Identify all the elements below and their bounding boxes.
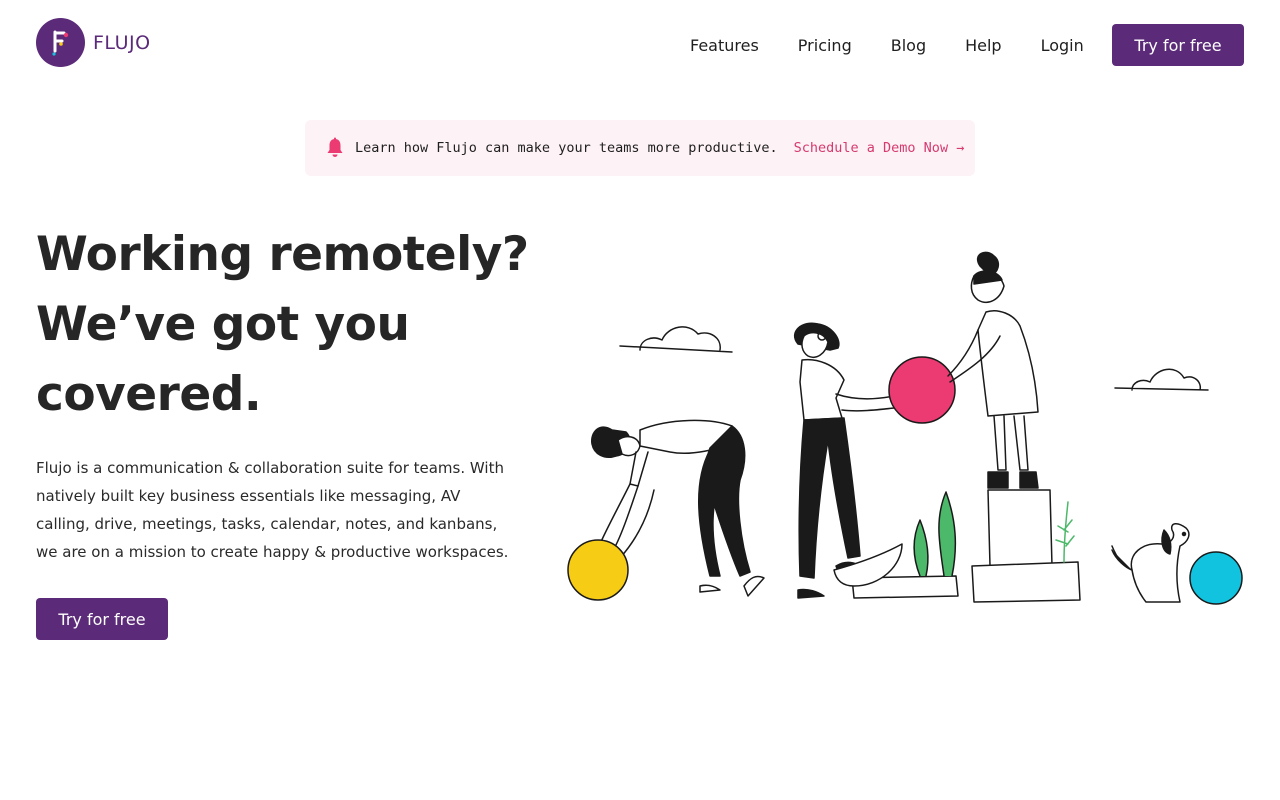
plant-right (1055, 501, 1075, 563)
schedule-demo-link[interactable]: Schedule a Demo Now → (794, 140, 965, 156)
nav-pricing[interactable]: Pricing (798, 36, 852, 55)
nav-features[interactable]: Features (690, 36, 759, 55)
nav-help[interactable]: Help (965, 36, 1001, 55)
main-nav: Features Pricing Blog Help Login (690, 24, 1084, 66)
demo-banner: Learn how Flujo can make your teams more… (305, 120, 975, 176)
plant-tall (938, 491, 957, 577)
site-header: FLUJO Features Pricing Blog Help Login T… (0, 0, 1280, 88)
box-bottom (971, 561, 1081, 603)
cyan-ball (1189, 551, 1243, 605)
try-for-free-hero-button[interactable]: Try for free (36, 598, 168, 640)
brand-name: FLUJO (93, 31, 151, 54)
flujo-logo-icon (36, 18, 85, 67)
box-top (987, 489, 1053, 567)
nav-blog[interactable]: Blog (891, 36, 926, 55)
plant-mid (913, 519, 929, 577)
brand-logo[interactable]: FLUJO (36, 18, 151, 67)
hero-title-line-2: We’ve got you (36, 297, 410, 352)
person-standing (947, 251, 1039, 489)
hero-title-line-1: Working remotely? (36, 227, 529, 282)
banner-message: Learn how Flujo can make your teams more… (355, 140, 778, 156)
nav-login[interactable]: Login (1041, 36, 1084, 55)
hero-description: Flujo is a communication & collaboration… (36, 459, 509, 561)
team-collaboration-illustration (567, 251, 1243, 605)
cloud-left (619, 326, 733, 353)
yellow-ball (567, 539, 629, 601)
try-for-free-header-button[interactable]: Try for free (1112, 24, 1244, 66)
hero-title-line-3: covered. (36, 367, 262, 422)
cloud-right (1114, 368, 1209, 391)
bell-icon (327, 137, 343, 157)
pink-ball (888, 356, 956, 424)
hero-title: Working remotely? We’ve got you covered. (36, 220, 556, 430)
dog (1111, 523, 1190, 603)
